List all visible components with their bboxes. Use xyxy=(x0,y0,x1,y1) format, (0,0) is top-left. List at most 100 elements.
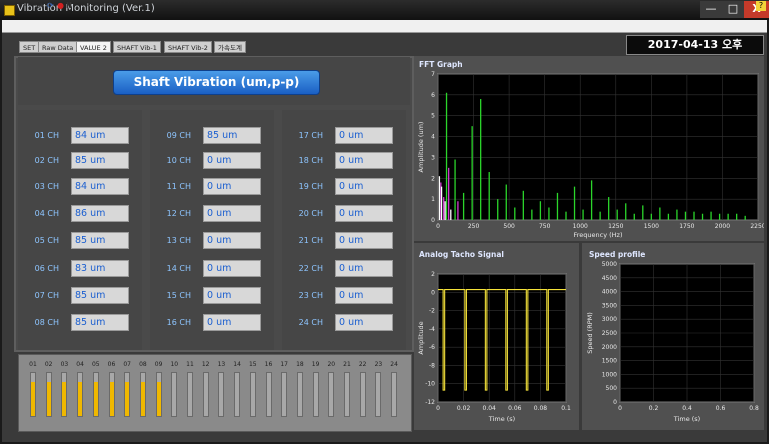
channel-level-bar xyxy=(61,372,68,417)
channel-level-bar xyxy=(45,372,52,417)
channel-level-bar xyxy=(281,372,288,417)
tacho-x-tick-label: 0.1 xyxy=(561,405,571,412)
channel-level-bar xyxy=(187,372,193,417)
abort-icon[interactable]: ● xyxy=(57,1,64,11)
tacho-y-tick-label: -12 xyxy=(425,399,435,406)
help-icon[interactable]: ? xyxy=(756,1,766,11)
channel-value-display: 0 um xyxy=(335,205,393,222)
channel-label: 03 CH xyxy=(34,182,59,191)
maximize-button[interactable]: □ xyxy=(722,1,744,18)
channel-value-display: 0 um xyxy=(335,314,393,331)
channel-value-display: 0 um xyxy=(335,260,393,277)
bar-fill xyxy=(109,381,114,416)
run-continuous-icon[interactable]: ⟳ xyxy=(47,1,54,11)
channel-label: 04 CH xyxy=(34,209,59,218)
bar-number-label: 04 xyxy=(76,361,84,368)
tacho-y-tick-label: -8 xyxy=(429,362,435,369)
toolbar xyxy=(2,20,767,33)
fft-x-tick-label: 1250 xyxy=(608,223,623,230)
bar-number-label: 13 xyxy=(217,361,226,368)
channel-value-display: 85 um xyxy=(203,127,261,144)
speed-y-tick-label: 500 xyxy=(606,385,618,392)
channel-value-display: 85 um xyxy=(71,152,129,169)
channel-level-bar xyxy=(77,372,84,417)
bar-number-label: 16 xyxy=(264,361,273,368)
app-icon xyxy=(4,5,15,16)
channel-value-display: 84 um xyxy=(71,178,129,195)
fft-x-tick-label: 2250 xyxy=(750,223,764,230)
bar-number-label: 09 xyxy=(154,361,163,368)
minimize-button[interactable]: — xyxy=(700,1,722,18)
tacho-x-axis-label: Time (s) xyxy=(488,415,515,423)
fft-y-axis-label: Amplitude (um) xyxy=(417,122,425,173)
speed-y-tick-label: 1000 xyxy=(602,371,617,378)
channel-label: 24 CH xyxy=(298,318,323,327)
fft-y-tick-label: 7 xyxy=(431,71,435,78)
channel-value-display: 85 um xyxy=(71,232,129,249)
fft-y-tick-label: 4 xyxy=(431,134,435,141)
channel-label: 05 CH xyxy=(34,236,59,245)
channel-label: 10 CH xyxy=(166,156,191,165)
channel-label: 08 CH xyxy=(34,318,59,327)
datetime-display: 2017-04-13 오후 2:31:40 xyxy=(626,35,764,69)
channel-level-bar xyxy=(124,372,131,417)
channel-label: 09 CH xyxy=(166,131,191,140)
fft-x-tick-label: 1750 xyxy=(679,223,694,230)
tab-accelerometer[interactable]: 가속도계 xyxy=(214,41,246,53)
bar-number-label: 17 xyxy=(280,361,288,368)
bar-number-label: 05 xyxy=(91,361,100,368)
channel-label: 15 CH xyxy=(166,291,191,300)
channel-level-bar xyxy=(391,372,398,417)
tacho-x-tick-label: 0.06 xyxy=(508,405,522,412)
bar-fill xyxy=(46,381,51,416)
fft-y-tick-label: 6 xyxy=(431,92,435,99)
tab-raw-data[interactable]: Raw Data xyxy=(38,41,78,53)
tab-value-2[interactable]: VALUE 2 xyxy=(76,41,111,53)
channel-label: 16 CH xyxy=(166,318,191,327)
speed-y-tick-label: 2000 xyxy=(602,344,617,351)
tacho-graph[interactable]: 0 0.02 0.04 0.06 0.08 0.1 2 0 -2 -4 -6 -8 -10 -12 Time… xyxy=(414,258,579,430)
channel-label: 19 CH xyxy=(298,182,323,191)
fft-y-tick-label: 3 xyxy=(431,154,435,161)
channel-value-display: 0 um xyxy=(335,178,393,195)
tab-shaft-vib-2[interactable]: SHAFT Vib-2 xyxy=(164,41,212,53)
speed-y-tick-label: 5000 xyxy=(602,261,617,268)
pause-icon[interactable]: II xyxy=(66,1,72,11)
channel-level-bar xyxy=(30,372,36,417)
channel-label: 20 CH xyxy=(298,209,323,218)
channel-level-bar xyxy=(375,372,382,417)
channel-value-display: 0 um xyxy=(203,178,261,195)
channel-level-bar xyxy=(359,372,366,417)
fft-graph[interactable]: 0 250 500 750 1000 1250 1500 1750 2000 2250 0 1 2 3 4 5… xyxy=(414,68,764,240)
bar-number-label: 19 xyxy=(311,361,320,368)
fft-y-tick-label: 1 xyxy=(431,196,435,203)
channel-label: 14 CH xyxy=(166,264,191,273)
channel-label: 11 CH xyxy=(166,182,191,191)
channel-value-display: 0 um xyxy=(335,232,393,249)
tacho-x-tick-label: 0.08 xyxy=(534,405,548,412)
tacho-y-tick-label: -2 xyxy=(429,308,435,315)
bar-number-label: 23 xyxy=(374,361,383,368)
channel-level-bar xyxy=(234,372,241,417)
channel-label: 01 CH xyxy=(34,131,59,140)
fft-x-axis-label: Frequency (Hz) xyxy=(573,231,622,239)
channel-level-bar xyxy=(155,372,162,417)
tacho-y-tick-label: -4 xyxy=(429,326,435,333)
run-arrow-icon[interactable]: ➔ xyxy=(37,1,44,11)
channel-value-display: 0 um xyxy=(335,287,393,304)
tacho-y-tick-label: 0 xyxy=(431,289,435,296)
channel-level-bar xyxy=(328,372,335,417)
bar-number-label: 24 xyxy=(390,361,398,368)
channel-label: 21 CH xyxy=(298,236,323,245)
bar-number-label: 21 xyxy=(343,361,351,368)
channel-label: 12 CH xyxy=(166,209,191,218)
channel-level-bar xyxy=(265,372,272,417)
shaft-vibration-title-button[interactable]: Shaft Vibration (um,p-p) xyxy=(113,70,320,95)
tab-shaft-vib-1[interactable]: SHAFT Vib-1 xyxy=(113,41,161,53)
channel-value-display: 85 um xyxy=(71,314,129,331)
tab-set[interactable]: SET xyxy=(19,41,40,53)
speed-graph[interactable]: 0 0.2 0.4 0.6 0.8500045004000350030002500200… xyxy=(582,258,764,430)
speed-y-tick-label: 1500 xyxy=(602,358,617,365)
bar-number-label: 03 xyxy=(60,361,69,368)
bar-number-label: 07 xyxy=(123,361,131,368)
